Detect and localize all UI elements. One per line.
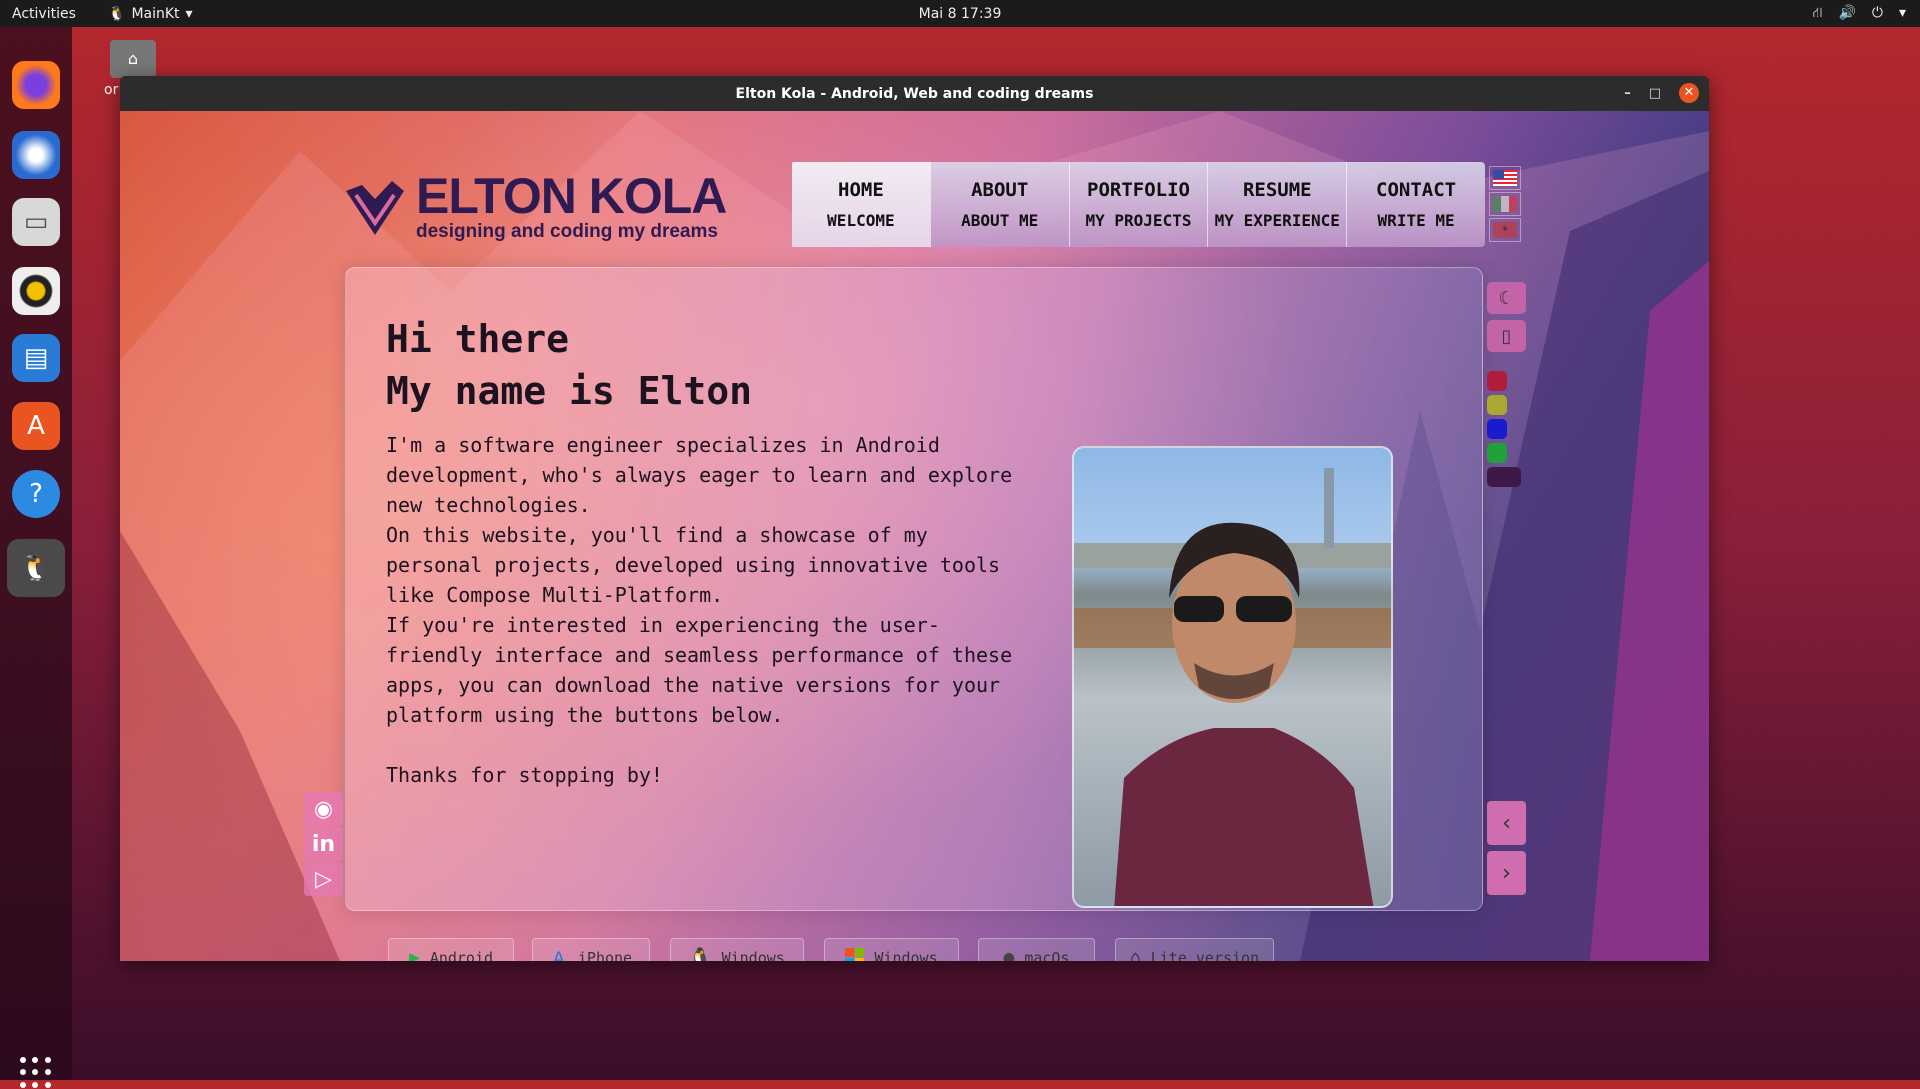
- volume-icon: 🔊: [1838, 4, 1856, 21]
- nav-subtitle: ABOUT ME: [961, 211, 1039, 230]
- chevron-right-icon: ›: [1502, 860, 1511, 886]
- theme-color-yellow[interactable]: [1487, 395, 1507, 415]
- window-titlebar[interactable]: Elton Kola - Android, Web and coding dre…: [120, 76, 1709, 111]
- flag-italy-button[interactable]: [1489, 192, 1521, 216]
- nav-subtitle: WELCOME: [827, 211, 895, 230]
- chevron-down-icon: ▾: [185, 5, 193, 22]
- button-label: Android: [429, 948, 494, 962]
- main-nav: HOME WELCOME ABOUT ABOUT ME PORTFOLIO MY PR…: [792, 162, 1485, 247]
- download-windows-button[interactable]: Windows: [824, 938, 959, 961]
- download-iphone-button[interactable]: ＡiPhone: [532, 938, 650, 961]
- button-label: iPhone: [577, 948, 633, 962]
- dock: ▭ ▤ A ? 🐧: [0, 27, 72, 1088]
- google-play-icon: ▶: [408, 947, 420, 961]
- google-play-icon[interactable]: ▷: [304, 862, 343, 896]
- social-links: ◉ in ▷: [304, 792, 343, 897]
- lite-version-button[interactable]: ⌂ Lite version: [1115, 938, 1274, 961]
- apple-icon: ●: [1003, 947, 1015, 961]
- theme-color-green[interactable]: [1487, 443, 1507, 463]
- top-bar: Activities 🐧 MainKt ▾ Mai 8 17:39 ⛙ 🔊 ⏻ ▾: [0, 0, 1920, 27]
- nav-contact[interactable]: CONTACT WRITE ME: [1346, 162, 1485, 247]
- home-folder-icon[interactable]: ⌂: [110, 40, 156, 78]
- nav-home[interactable]: HOME WELCOME: [792, 162, 930, 247]
- app-menu[interactable]: 🐧 MainKt ▾: [108, 6, 193, 22]
- site-logo[interactable]: ELTON KOLA designing and coding my dream…: [342, 168, 727, 243]
- button-label: Windows: [721, 948, 785, 962]
- previous-page-button[interactable]: ‹: [1487, 801, 1526, 845]
- nav-about[interactable]: ABOUT ABOUT ME: [929, 162, 1069, 247]
- hero-heading: Hi there My name is Elton: [386, 313, 752, 417]
- nav-title: HOME: [838, 179, 884, 201]
- github-icon[interactable]: ◉: [304, 792, 343, 826]
- hero-line-1: Hi there: [386, 317, 570, 361]
- rhythmbox-icon[interactable]: [12, 267, 60, 315]
- hero-paragraph: I'm a software engineer specializes in A…: [386, 433, 1013, 787]
- close-icon[interactable]: ✕: [1679, 83, 1699, 103]
- logo-name: ELTON KOLA: [416, 168, 727, 224]
- download-linux-button[interactable]: 🐧 Windows: [670, 938, 804, 961]
- button-label: Lite version: [1150, 948, 1260, 962]
- window-title: Elton Kola - Android, Web and coding dre…: [735, 85, 1094, 102]
- files-icon[interactable]: ▭: [12, 198, 60, 246]
- desktop-folder-label: or: [104, 82, 119, 98]
- language-switcher: ✦: [1489, 166, 1521, 242]
- nav-title: RESUME: [1242, 179, 1312, 201]
- help-icon[interactable]: ?: [12, 470, 60, 518]
- nav-subtitle: MY EXPERIENCE: [1214, 211, 1340, 230]
- logo-tagline: designing and coding my dreams: [416, 221, 718, 242]
- nav-title: PORTFOLIO: [1087, 179, 1190, 201]
- linkedin-icon[interactable]: in: [304, 827, 343, 861]
- welcome-card: Hi there My name is Elton I'm a software …: [345, 267, 1483, 961]
- minimize-icon[interactable]: –: [1624, 86, 1631, 101]
- download-macos-button[interactable]: ● macOs: [978, 938, 1095, 961]
- linux-tux-icon: 🐧: [689, 947, 712, 961]
- nav-subtitle: MY PROJECTS: [1085, 211, 1192, 230]
- phone-icon: ▯: [1501, 325, 1512, 347]
- windows-icon: [845, 948, 865, 961]
- app-menu-label: MainKt: [131, 5, 180, 22]
- clock[interactable]: Mai 8 17:39: [919, 6, 1002, 22]
- theme-color-purple[interactable]: [1487, 467, 1521, 487]
- theme-color-red[interactable]: [1487, 371, 1507, 391]
- app-window: Elton Kola - Android, Web and coding dre…: [120, 76, 1709, 961]
- button-label: macOs: [1024, 948, 1070, 962]
- heart-logo-icon: [346, 181, 404, 235]
- theme-color-blue[interactable]: [1487, 419, 1507, 439]
- nav-subtitle: WRITE ME: [1377, 211, 1455, 230]
- mobile-view-toggle[interactable]: ▯: [1487, 320, 1526, 352]
- show-apps-icon[interactable]: [20, 1057, 52, 1089]
- chevron-left-icon: ‹: [1502, 810, 1511, 836]
- download-android-button[interactable]: ▶ Android: [388, 938, 514, 961]
- home-icon: ⌂: [1129, 947, 1141, 961]
- hero-line-2: My name is Elton: [386, 369, 753, 413]
- network-icon: ⛙: [1812, 4, 1823, 21]
- profile-photo: [1072, 446, 1393, 908]
- chevron-down-icon: ▾: [1898, 4, 1906, 21]
- moon-icon: ☾: [1498, 287, 1515, 309]
- flag-albania-button[interactable]: ✦: [1489, 218, 1521, 242]
- button-label: Windows: [874, 948, 938, 962]
- nav-title: ABOUT: [971, 179, 1029, 201]
- thunderbird-icon[interactable]: [12, 131, 60, 179]
- nav-title: CONTACT: [1376, 179, 1457, 201]
- flag-us-button[interactable]: [1489, 166, 1521, 190]
- power-icon: ⏻: [1871, 4, 1883, 21]
- app-icon: 🐧: [108, 5, 126, 22]
- activities-button[interactable]: Activities: [12, 6, 76, 22]
- writer-icon[interactable]: ▤: [12, 334, 60, 382]
- website-content: ELTON KOLA designing and coding my dream…: [120, 111, 1709, 961]
- java-app-icon[interactable]: 🐧: [7, 539, 65, 597]
- dark-mode-toggle[interactable]: ☾: [1487, 282, 1526, 314]
- maximize-icon[interactable]: □: [1649, 86, 1661, 101]
- system-tray[interactable]: ⛙ 🔊 ⏻ ▾: [1813, 5, 1906, 23]
- nav-portfolio[interactable]: PORTFOLIO MY PROJECTS: [1068, 162, 1208, 247]
- firefox-icon[interactable]: [12, 61, 60, 109]
- nav-resume[interactable]: RESUME MY EXPERIENCE: [1207, 162, 1346, 247]
- software-icon[interactable]: A: [12, 402, 60, 450]
- app-store-icon: Ａ: [549, 948, 568, 962]
- next-page-button[interactable]: ›: [1487, 851, 1526, 895]
